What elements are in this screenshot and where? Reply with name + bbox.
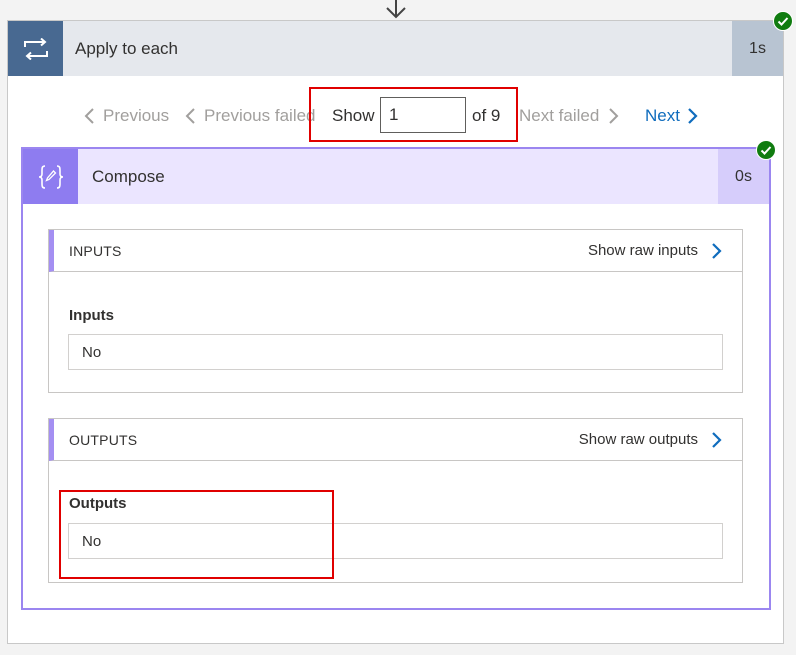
- previous-failed-label: Previous failed: [204, 106, 316, 125]
- outputs-section-title: OUTPUTS: [69, 431, 138, 448]
- chevron-right-icon: [609, 108, 619, 124]
- inputs-section-title: INPUTS: [69, 242, 122, 259]
- curly-braces-pencil-icon: [23, 149, 78, 204]
- show-raw-outputs-label: Show raw outputs: [578, 431, 698, 448]
- next-failed-label: Next failed: [519, 106, 600, 125]
- flow-down-arrow-icon: [386, 0, 406, 19]
- highlight-outputs-box: [59, 490, 334, 579]
- next-label: Next: [645, 106, 680, 125]
- inputs-section-header: INPUTS Show raw inputs: [49, 230, 742, 272]
- apply-to-each-title: Apply to each: [75, 38, 179, 58]
- compose-header[interactable]: Compose 0s: [23, 149, 769, 204]
- show-raw-inputs-label: Show raw inputs: [587, 242, 698, 259]
- compose-title: Compose: [92, 166, 165, 186]
- previous-button[interactable]: Previous: [83, 96, 169, 136]
- loop-arrows-icon: [8, 21, 63, 76]
- chevron-right-icon: [688, 108, 698, 124]
- chevron-right-icon: [712, 242, 722, 259]
- inputs-field-label: Inputs: [69, 307, 114, 324]
- chevron-left-icon: [185, 108, 195, 124]
- outputs-section-header: OUTPUTS Show raw outputs: [49, 419, 742, 461]
- chevron-left-icon: [84, 108, 94, 124]
- show-raw-outputs-link[interactable]: Show raw outputs: [579, 431, 742, 449]
- success-check-icon: [756, 140, 776, 160]
- show-raw-inputs-link[interactable]: Show raw inputs: [588, 242, 742, 260]
- next-failed-button[interactable]: Next failed: [519, 96, 620, 136]
- highlight-pager-box: [309, 87, 518, 142]
- previous-label: Previous: [103, 106, 170, 125]
- chevron-right-icon: [712, 431, 722, 448]
- inputs-field-value: No: [68, 334, 723, 370]
- apply-to-each-header[interactable]: Apply to each 1s: [8, 21, 783, 76]
- next-button[interactable]: Next: [645, 96, 699, 136]
- success-check-icon: [773, 11, 793, 31]
- inputs-section: INPUTS Show raw inputs Inputs No: [48, 229, 743, 393]
- previous-failed-button[interactable]: Previous failed: [184, 96, 316, 136]
